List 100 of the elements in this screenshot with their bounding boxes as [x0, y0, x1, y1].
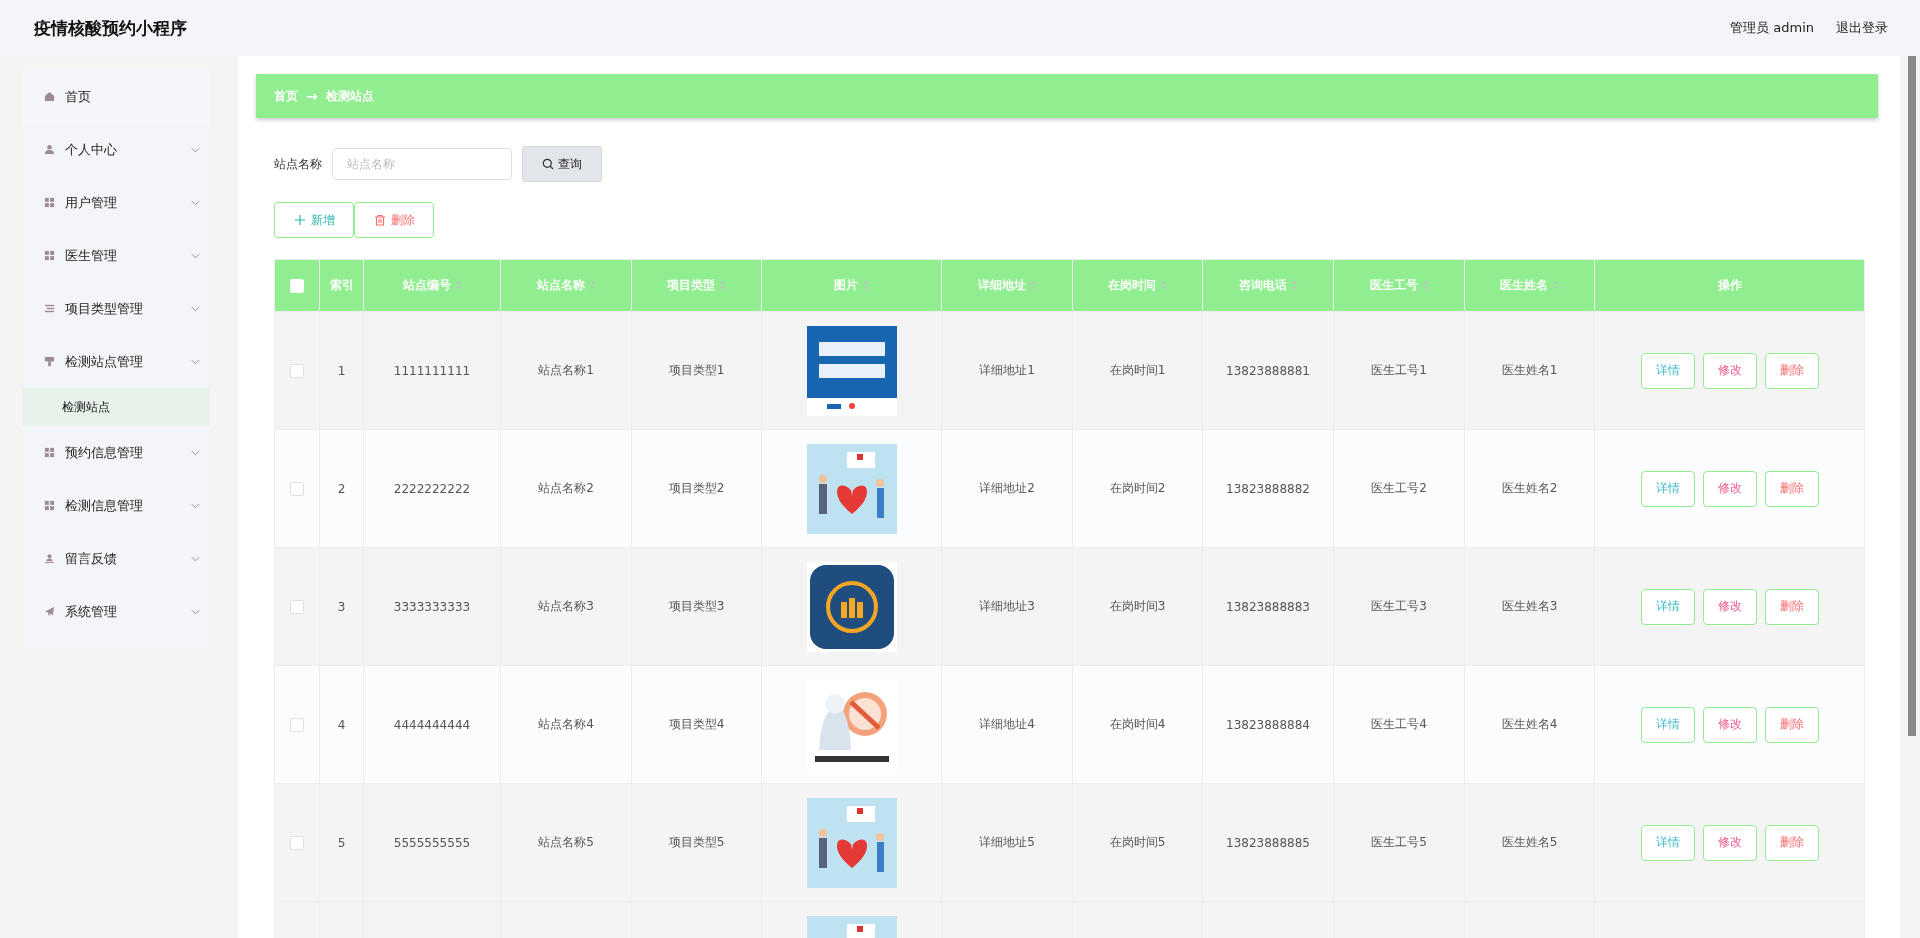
table-cell: 医生工号1 [1333, 311, 1465, 430]
chevron-icon [191, 555, 200, 562]
table-cell: 站点名称1 [500, 311, 632, 430]
sort-icon[interactable] [1290, 280, 1298, 291]
table-cell: 3333333333 [363, 547, 501, 666]
edit-button[interactable]: 修改 [1702, 706, 1757, 743]
home-icon [44, 91, 55, 102]
menu-item[interactable]: 个人中心 [22, 123, 210, 176]
checkbox[interactable] [290, 363, 304, 378]
table-cell: 13823888883 [1202, 547, 1334, 666]
delete-button[interactable]: 删除 [354, 202, 434, 238]
sort-icon[interactable] [1421, 280, 1429, 291]
table-cell: 13823888881 [1202, 311, 1334, 430]
menu-item[interactable]: 医生管理 [22, 229, 210, 282]
table-cell: 站点名称3 [500, 547, 632, 666]
detail-button[interactable]: 详情 [1640, 706, 1695, 743]
edit-button[interactable]: 修改 [1702, 824, 1757, 861]
grid-icon [44, 447, 55, 458]
app-title: 疫情核酸预约小程序 [34, 16, 187, 40]
checkbox[interactable] [290, 835, 304, 850]
detail-button[interactable]: 详情 [1640, 588, 1695, 625]
user-name: 管理员 admin [1730, 19, 1814, 37]
table-cell: 13823888882 [1202, 429, 1334, 548]
chevron-icon [191, 199, 200, 206]
detail-button[interactable]: 详情 [1640, 352, 1695, 389]
table-cell: 详细地址2 [941, 429, 1073, 548]
chevron-icon [191, 305, 200, 312]
table-cell: 医生工号5 [1333, 783, 1465, 902]
trash-icon [373, 214, 386, 226]
sort-icon[interactable] [1029, 280, 1037, 291]
delete-button[interactable]: 删除 [1764, 470, 1819, 507]
breadcrumb-arrow: → [306, 88, 318, 104]
table-cell: 1111111111 [363, 311, 501, 430]
list-icon [44, 303, 55, 314]
checkbox[interactable] [290, 599, 304, 614]
grid-icon [44, 197, 55, 208]
plane-icon [44, 606, 55, 617]
menu-item[interactable]: 预约信息管理 [22, 426, 210, 479]
table-cell: 在岗时间2 [1072, 429, 1203, 548]
table-cell: 项目类型5 [631, 783, 762, 902]
grid-icon [44, 250, 55, 261]
chevron-icon [191, 358, 200, 365]
grid-icon [44, 500, 55, 511]
table-cell: 医生姓名4 [1464, 665, 1595, 784]
menu-item[interactable]: 留言反馈 [22, 532, 210, 585]
sort-icon[interactable] [862, 280, 869, 291]
table-cell: 项目类型2 [631, 429, 762, 548]
table-cell: 项目类型4 [631, 665, 762, 784]
table-cell: 医生工号4 [1333, 665, 1465, 784]
menu-item[interactable]: 检测信息管理 [22, 479, 210, 532]
detail-button[interactable]: 详情 [1640, 824, 1695, 861]
breadcrumb-current: 检测站点 [325, 87, 374, 105]
table-cell: 站点名称5 [500, 783, 632, 902]
table-cell: 详细地址1 [941, 311, 1073, 430]
checkbox[interactable] [290, 481, 304, 496]
table-cell: 项目类型1 [631, 311, 762, 430]
table-cell: 4 [319, 665, 364, 784]
edit-button[interactable]: 修改 [1702, 470, 1757, 507]
logout-link[interactable]: 退出登录 [1836, 19, 1888, 37]
table-cell: 医生工号2 [1333, 429, 1465, 548]
delete-button[interactable]: 删除 [1764, 352, 1819, 389]
sort-icon[interactable] [454, 280, 462, 291]
chevron-icon [191, 449, 200, 456]
table-cell: 2222222222 [363, 429, 501, 548]
delete-button[interactable]: 删除 [1764, 588, 1819, 625]
table-cell: 1 [319, 311, 364, 430]
table-cell: 13823888884 [1202, 665, 1334, 784]
edit-button[interactable]: 修改 [1702, 588, 1757, 625]
scrollbar[interactable] [1908, 56, 1916, 736]
chevron-icon [191, 252, 200, 259]
table-cell: 医生姓名5 [1464, 783, 1595, 902]
chevron-icon [191, 502, 200, 509]
table-cell: 在岗时间3 [1072, 547, 1203, 666]
table-cell: 项目类型3 [631, 547, 762, 666]
table-cell: 2 [319, 429, 364, 548]
search-field[interactable]: 站点名称 [332, 148, 512, 180]
sort-icon[interactable] [719, 280, 726, 291]
menu-item[interactable]: 系统管理 [22, 585, 210, 638]
table-cell: 在岗时间5 [1072, 783, 1203, 902]
table-cell: 4444444444 [363, 665, 501, 784]
add-button[interactable]: 新增 [274, 202, 354, 238]
delete-button[interactable]: 删除 [1764, 824, 1819, 861]
table-cell: 医生姓名1 [1464, 311, 1595, 430]
table-cell: 5 [319, 783, 364, 902]
sort-icon[interactable] [1160, 280, 1167, 291]
checkbox[interactable] [290, 717, 304, 732]
table-cell: 在岗时间4 [1072, 665, 1203, 784]
edit-button[interactable]: 修改 [1702, 352, 1757, 389]
search-button[interactable]: 查询 [522, 146, 602, 182]
search-label: 站点名称 [274, 155, 322, 173]
delete-button[interactable]: 删除 [1764, 706, 1819, 743]
table-cell: 医生姓名2 [1464, 429, 1595, 548]
table-cell: 站点名称2 [500, 429, 632, 548]
menu-item[interactable]: 用户管理 [22, 176, 210, 229]
detail-button[interactable]: 详情 [1640, 470, 1695, 507]
sort-icon[interactable] [588, 280, 596, 291]
menu-item[interactable]: 检测站点管理 [22, 335, 210, 388]
menu-item[interactable]: 项目类型管理 [22, 282, 210, 335]
submenu-item[interactable]: 检测站点 [22, 388, 210, 426]
sort-icon[interactable] [1552, 280, 1559, 291]
